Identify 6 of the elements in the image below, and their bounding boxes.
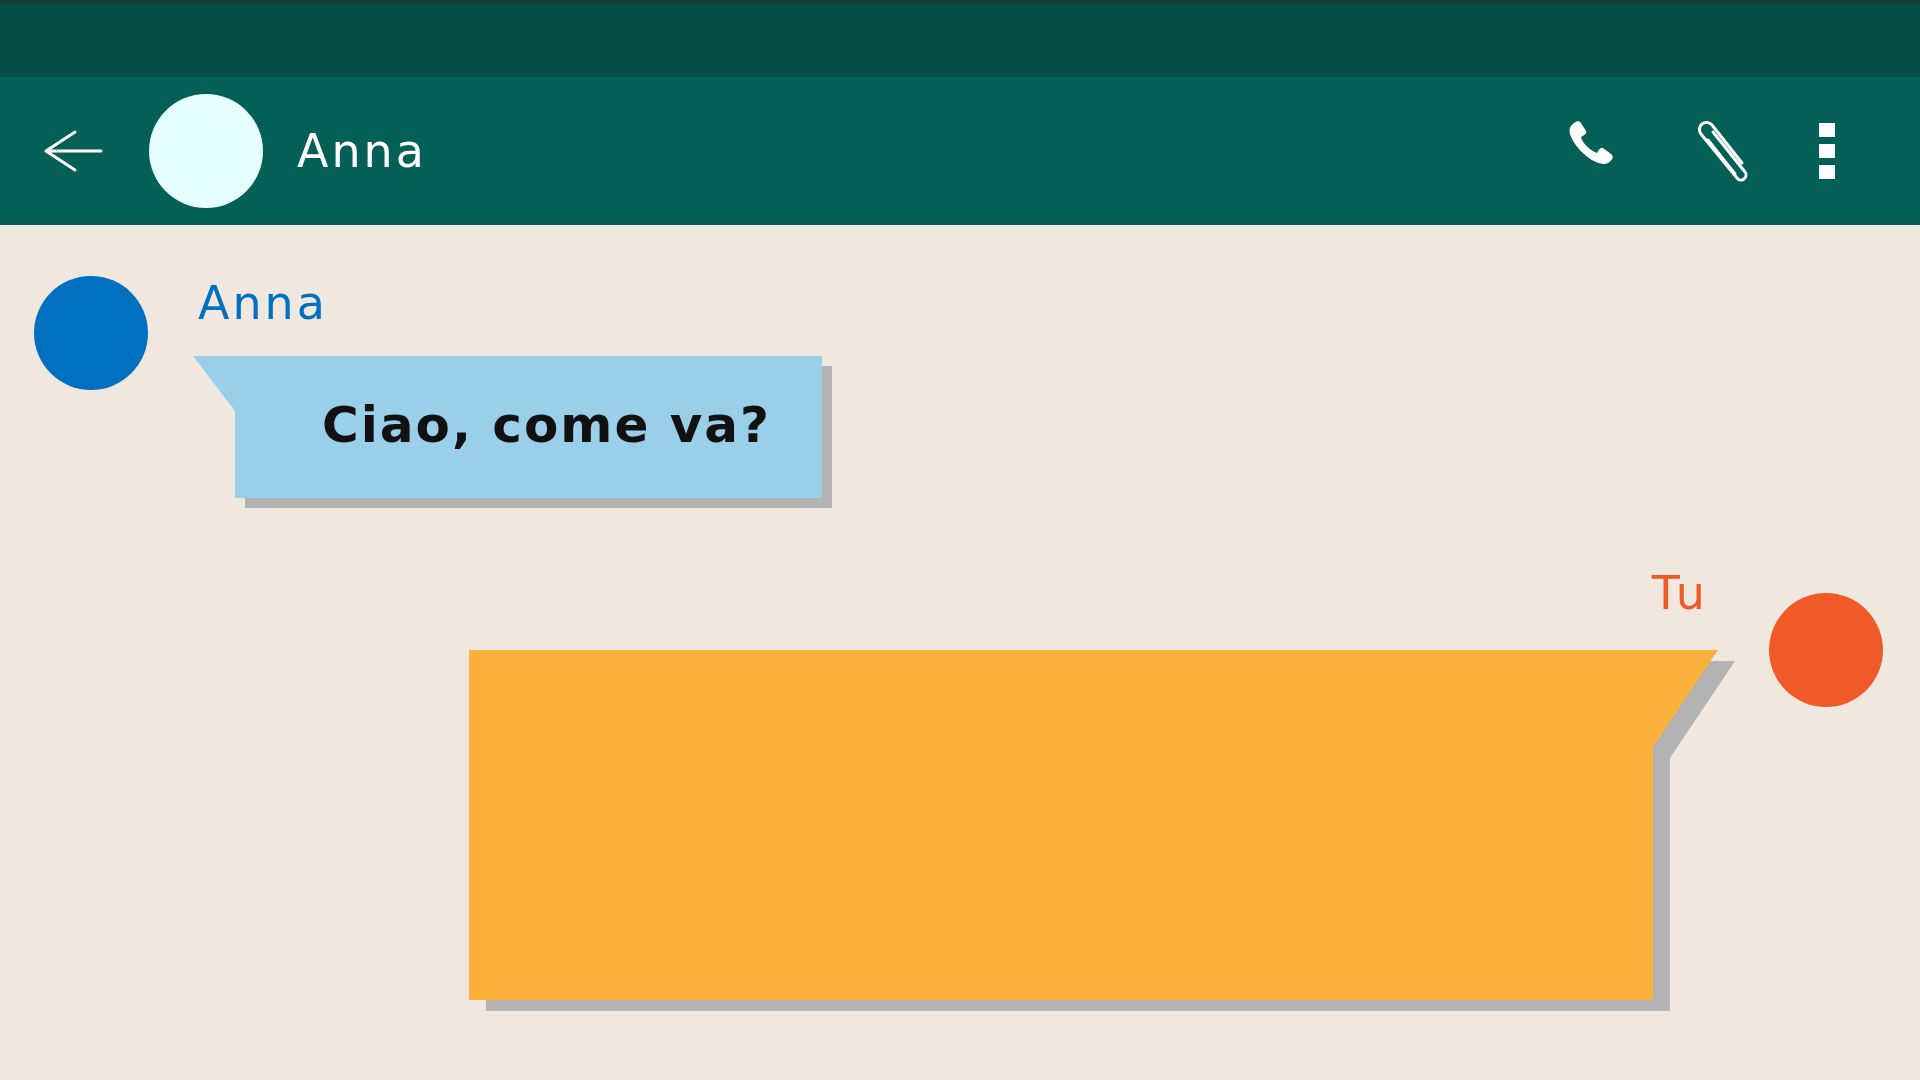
sender-name: Anna xyxy=(198,275,328,331)
message-text: Ciao, come va? xyxy=(322,396,772,454)
menu-icon[interactable] xyxy=(1819,123,1835,179)
contact-name: Anna xyxy=(297,124,427,178)
back-icon[interactable] xyxy=(43,129,103,173)
sender-name: Tu xyxy=(1651,565,1708,621)
